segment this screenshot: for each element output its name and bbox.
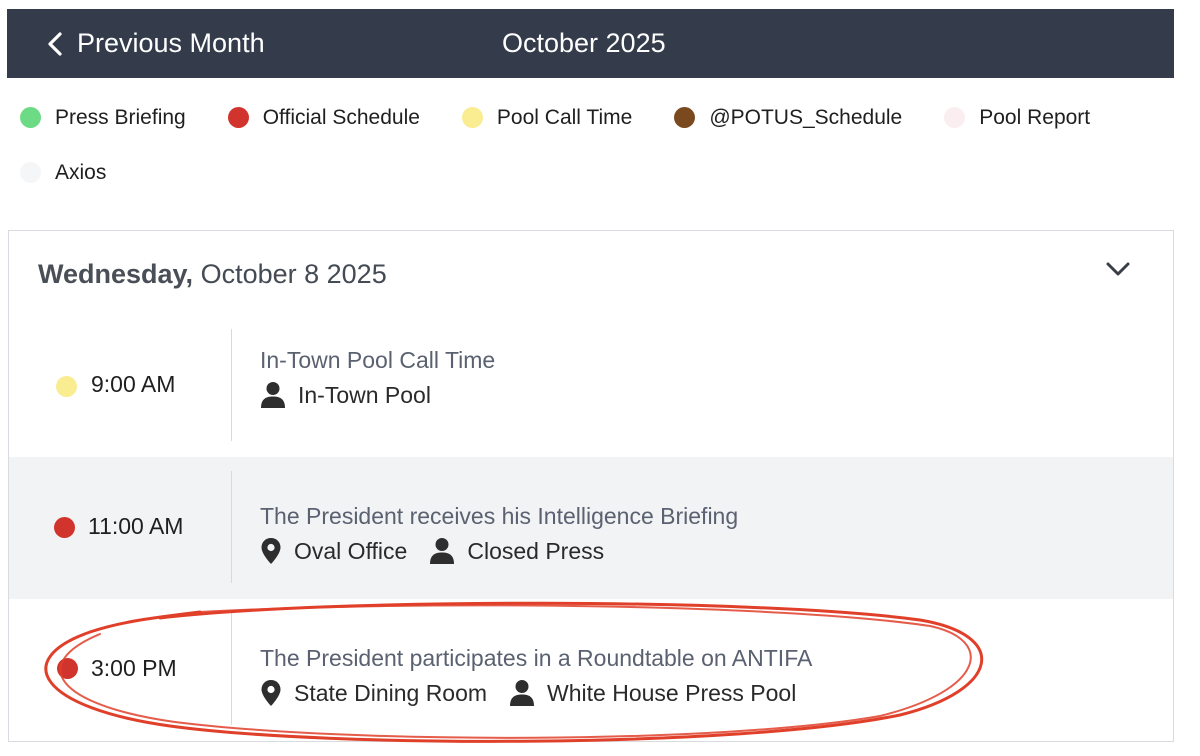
legend-item-pool-report[interactable]: Pool Report — [944, 102, 1090, 133]
event-title[interactable]: The President receives his Intelligence … — [260, 503, 738, 530]
event-time-cell: 11:00 AM — [9, 457, 231, 599]
legend-label: Official Schedule — [262, 105, 420, 129]
legend-item-potus-schedule[interactable]: @POTUS_Schedule — [674, 102, 902, 133]
event-time-cell: 9:00 AM — [9, 315, 231, 457]
legend-dot — [674, 107, 696, 128]
divider — [231, 471, 232, 583]
legend-item-press-briefing[interactable]: Press Briefing — [20, 102, 186, 133]
person-icon — [509, 679, 535, 707]
event-meta: In-Town Pool — [260, 381, 453, 409]
event-time: 9:00 AM — [91, 371, 176, 397]
legend-label: Pool Report — [979, 105, 1091, 129]
legend-item-pool-call-time[interactable]: Pool Call Time — [461, 102, 633, 133]
person-icon — [429, 537, 455, 565]
legend-dot — [20, 162, 41, 183]
map-pin-icon — [260, 537, 282, 565]
divider — [231, 329, 232, 441]
event-title[interactable]: In-Town Pool Call Time — [260, 347, 495, 374]
event-meta: State Dining Room White House Press Pool — [260, 679, 818, 707]
month-title: October 2025 — [502, 28, 666, 58]
legend-dot — [461, 107, 483, 128]
legend-dot — [944, 107, 966, 128]
person-icon — [260, 381, 286, 409]
event-dot — [57, 658, 78, 679]
legend-dot — [227, 107, 249, 128]
legend-label: @POTUS_Schedule — [709, 105, 903, 129]
legend-dot — [20, 107, 41, 128]
event-press-label: Closed Press — [467, 537, 605, 564]
chevron-down-icon[interactable] — [1105, 261, 1131, 282]
previous-month-label: Previous Month — [77, 28, 265, 58]
legend: Press Briefing Official Schedule Pool Ca… — [20, 102, 1180, 188]
day-header[interactable]: Wednesday, October 8 2025 — [9, 231, 1173, 317]
event-location: State Dining Room — [260, 679, 487, 707]
event-dot — [54, 517, 75, 538]
legend-label: Axios — [55, 160, 107, 184]
legend-item-axios[interactable]: Axios — [20, 157, 106, 188]
event-time: 3:00 PM — [91, 655, 177, 681]
previous-month-button[interactable]: Previous Month — [47, 9, 265, 78]
event-row[interactable]: 11:00 AM The President receives his Inte… — [9, 457, 1173, 599]
event-location: Oval Office — [260, 537, 407, 565]
event-row[interactable]: 3:00 PM The President participates in a … — [9, 599, 1173, 741]
event-press: In-Town Pool — [260, 381, 431, 409]
day-date: October 8 2025 — [200, 258, 387, 289]
event-dot — [56, 376, 77, 397]
event-press-label: White House Press Pool — [547, 679, 797, 706]
event-press: Closed Press — [429, 537, 604, 565]
event-row[interactable]: 9:00 AM In-Town Pool Call Time In-Town P… — [9, 315, 1173, 457]
event-title[interactable]: The President participates in a Roundtab… — [260, 645, 812, 672]
day-card: Wednesday, October 8 2025 9:00 AM In-Tow… — [8, 230, 1174, 742]
month-nav-bar: Previous Month October 2025 — [7, 9, 1174, 78]
chevron-left-icon — [47, 31, 63, 57]
event-location-label: Oval Office — [294, 537, 408, 564]
event-time-cell: 3:00 PM — [9, 599, 231, 741]
legend-item-official-schedule[interactable]: Official Schedule — [227, 102, 420, 133]
divider — [231, 613, 232, 725]
event-time: 11:00 AM — [88, 513, 184, 539]
event-location-label: State Dining Room — [294, 679, 488, 706]
legend-label: Press Briefing — [55, 105, 186, 129]
event-press-label: In-Town Pool — [298, 381, 431, 408]
legend-label: Pool Call Time — [496, 105, 633, 129]
day-weekday: Wednesday, — [38, 258, 194, 289]
event-meta: Oval Office Closed Press — [260, 537, 626, 565]
map-pin-icon — [260, 679, 282, 707]
event-press: White House Press Pool — [509, 679, 796, 707]
